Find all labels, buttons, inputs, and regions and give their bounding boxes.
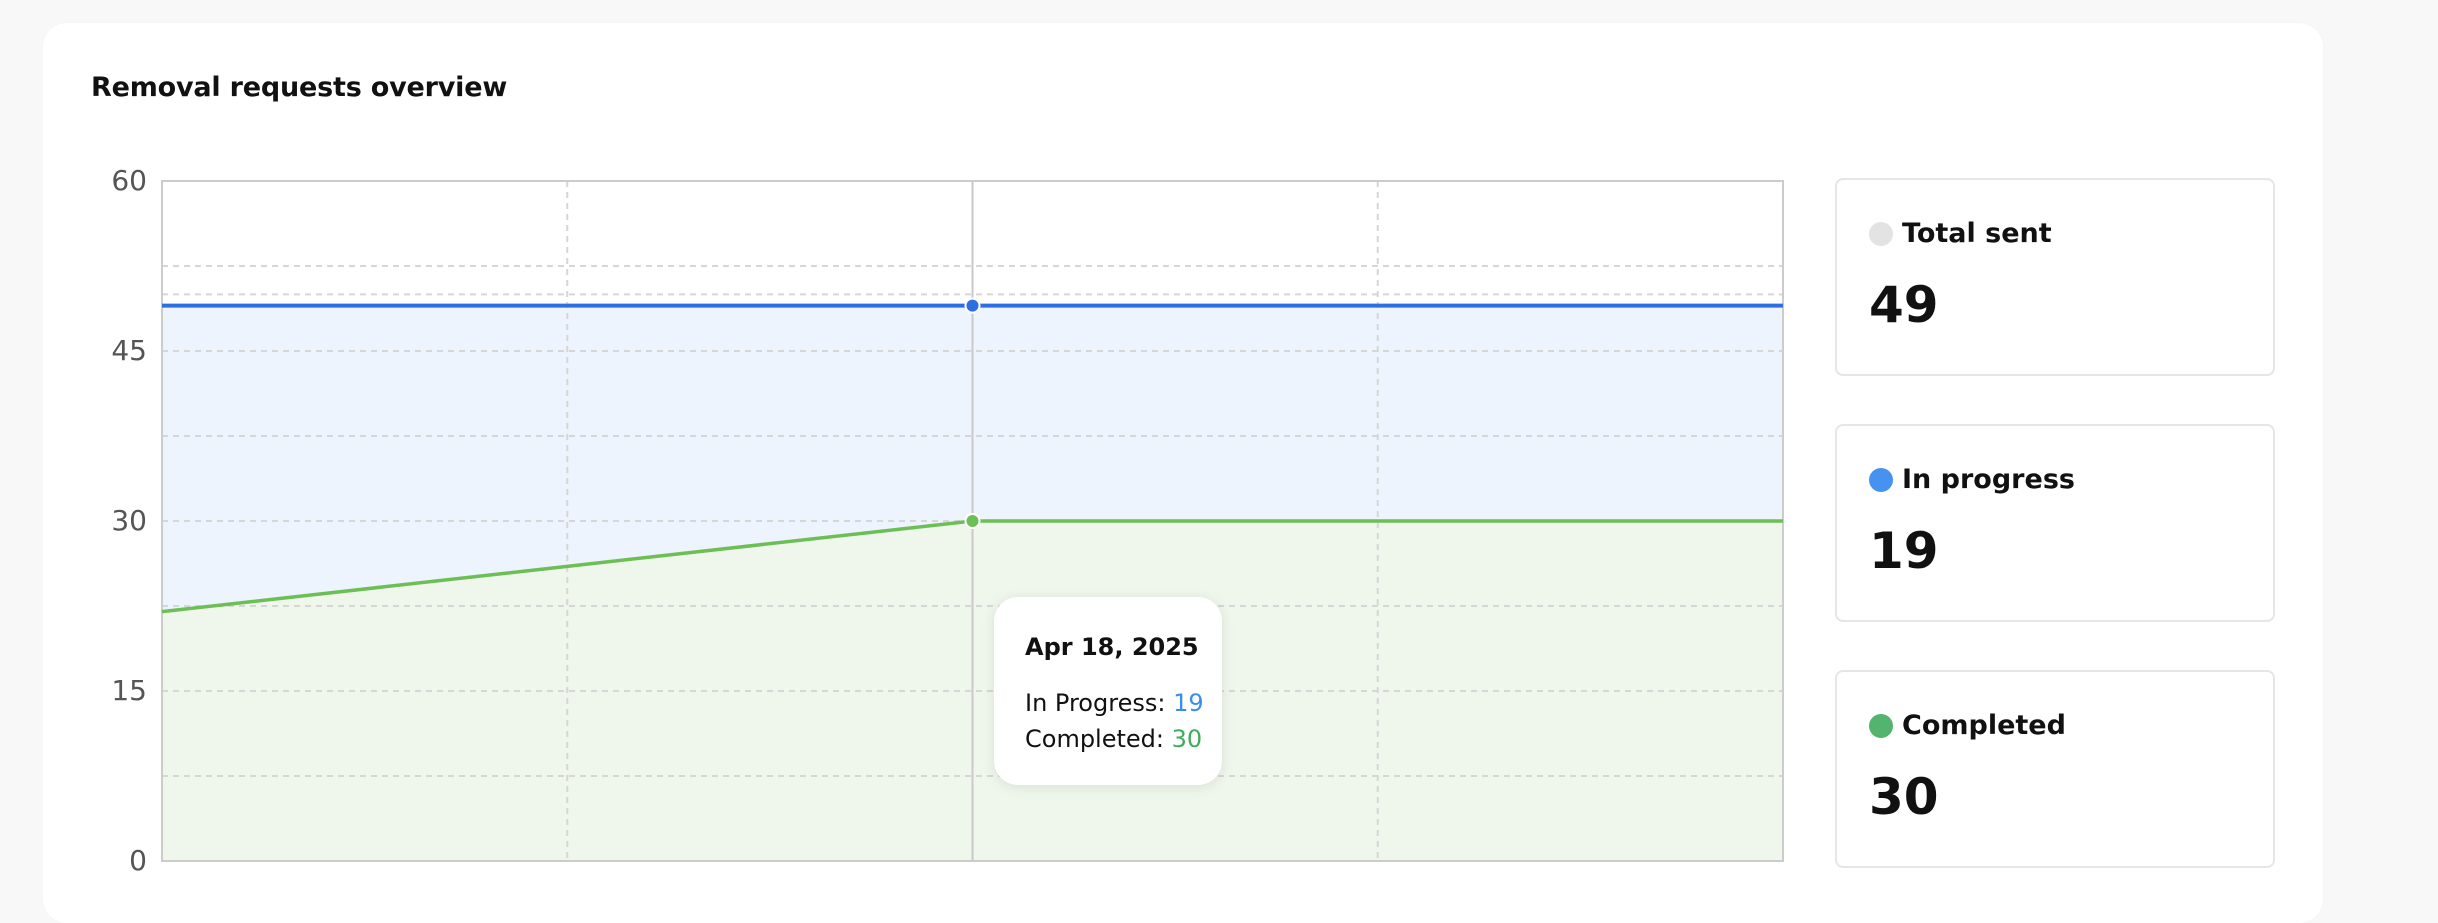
y-tick-label: 15 [111,674,147,707]
in-progress-point [964,297,981,314]
completed-point [964,513,981,529]
stat-card-completed: Completed 30 [1835,670,2275,868]
tooltip-in-progress-label: In Progress: [1025,689,1166,717]
tooltip-completed-label: Completed: [1025,725,1164,753]
total-sent-dot-icon [1869,221,1893,246]
stat-value: 19 [1869,522,1939,580]
y-tick-label: 45 [111,334,147,367]
stat-card-total-sent: Total sent 49 [1835,178,2275,376]
stat-value: 30 [1869,768,1939,826]
stat-label: Completed [1902,710,2066,741]
tooltip-in-progress-value: 19 [1173,689,1204,717]
stat-header: Total sent [1869,218,2052,249]
completed-dot-icon [1869,713,1893,738]
tooltip-completed-row: Completed: 30 [1025,721,1222,757]
stat-header: Completed [1869,710,2066,741]
y-tick-label: 30 [111,504,147,537]
stat-card-in-progress: In progress 19 [1835,424,2275,622]
stat-label: Total sent [1902,218,2052,249]
y-tick-label: 0 [129,844,147,877]
tooltip-in-progress-row: In Progress: 19 [1025,685,1222,721]
y-tick-label: 60 [111,164,147,197]
stat-label: In progress [1902,464,2075,495]
stat-header: In progress [1869,464,2075,495]
chart-tooltip: Apr 18, 2025 In Progress: 19 Completed: … [994,597,1222,785]
tooltip-date: Apr 18, 2025 [1025,633,1199,661]
stat-value: 49 [1869,276,1939,334]
tooltip-completed-value: 30 [1171,725,1203,753]
in-progress-dot-icon [1869,467,1893,492]
